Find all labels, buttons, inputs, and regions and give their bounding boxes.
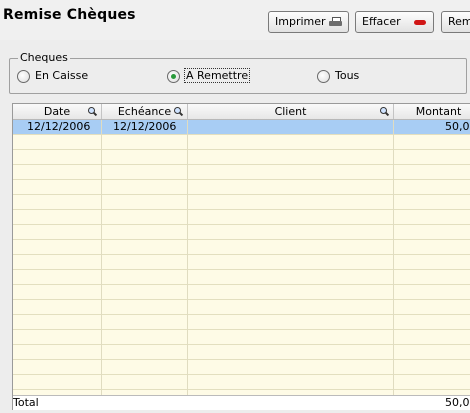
empty-row[interactable]	[13, 240, 470, 255]
column-divider	[393, 120, 394, 396]
column-header-echeance[interactable]: Echéance	[102, 104, 188, 119]
clear-button-label: Effacer	[362, 15, 401, 28]
clear-button[interactable]: Effacer	[355, 11, 434, 33]
column-header-date[interactable]: Date	[13, 104, 102, 119]
total-amount: 50,00	[445, 396, 470, 409]
remit-button[interactable]: Remettre	[441, 11, 470, 33]
empty-row[interactable]	[13, 135, 470, 150]
empty-row[interactable]	[13, 300, 470, 315]
search-icon[interactable]	[174, 107, 184, 117]
empty-row[interactable]	[13, 150, 470, 165]
column-divider	[187, 120, 188, 396]
column-header-client[interactable]: Client	[188, 104, 394, 119]
table-row[interactable]: 12/12/2006 12/12/2006 50,00	[13, 120, 470, 135]
cell-echeance: 12/12/2006	[113, 120, 177, 133]
empty-row[interactable]	[13, 285, 470, 300]
radio-label: Tous	[335, 69, 360, 82]
empty-row[interactable]	[13, 180, 470, 195]
empty-row[interactable]	[13, 315, 470, 330]
empty-row[interactable]	[13, 330, 470, 345]
empty-row[interactable]	[13, 225, 470, 240]
cell-montant: 50,00	[445, 120, 470, 133]
empty-row[interactable]	[13, 255, 470, 270]
empty-row[interactable]	[13, 360, 470, 375]
table-body: 12/12/2006 12/12/2006 50,00	[13, 120, 470, 390]
empty-row[interactable]	[13, 345, 470, 360]
printer-icon	[329, 17, 342, 27]
empty-row[interactable]	[13, 270, 470, 285]
empty-row[interactable]	[13, 210, 470, 225]
empty-row[interactable]	[13, 195, 470, 210]
print-button[interactable]: Imprimer	[268, 11, 349, 33]
column-divider	[101, 120, 102, 396]
cell-date: 12/12/2006	[27, 120, 91, 133]
radio-circle	[17, 70, 30, 83]
cheques-filter-group: Cheques En Caisse A Remettre Tous	[9, 51, 467, 94]
cheques-table: Date Echéance Client Montant 12/12/2006 …	[12, 103, 470, 410]
total-label: Total	[13, 396, 39, 409]
table-header: Date Echéance Client Montant	[13, 104, 470, 120]
window-header: Remise Chèques Imprimer Effacer Remettre	[0, 0, 470, 40]
print-button-label: Imprimer	[275, 15, 326, 28]
empty-row[interactable]	[13, 165, 470, 180]
page-title: Remise Chèques	[3, 7, 136, 23]
radio-label: En Caisse	[35, 69, 89, 82]
radio-circle	[317, 70, 330, 83]
radio-label: A Remettre	[183, 68, 251, 83]
empty-row[interactable]	[13, 375, 470, 390]
remit-button-label: Remettre	[448, 15, 470, 28]
search-icon[interactable]	[88, 107, 98, 117]
total-row: Total 50,00	[13, 395, 470, 410]
eraser-icon	[414, 20, 426, 25]
column-header-montant[interactable]: Montant	[394, 104, 470, 119]
radio-circle-selected	[167, 70, 180, 83]
filter-legend: Cheques	[18, 51, 70, 64]
search-icon[interactable]	[380, 107, 390, 117]
